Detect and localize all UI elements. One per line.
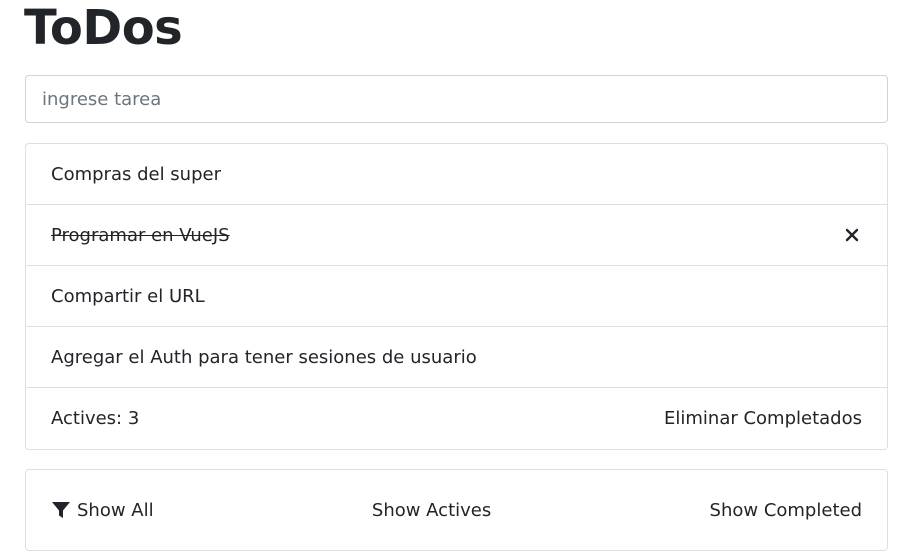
todo-item-text[interactable]: Programar en VueJS <box>51 225 230 246</box>
show-actives-label: Show Actives <box>371 499 492 521</box>
close-icon[interactable] <box>842 225 862 245</box>
actives-count: Actives: 3 <box>51 408 140 429</box>
clear-completed-button[interactable]: Eliminar Completados <box>664 408 862 429</box>
list-footer: Actives: 3 Eliminar Completados <box>26 388 887 449</box>
filter-icon <box>51 500 71 520</box>
todo-item-text[interactable]: Compartir el URL <box>51 286 205 307</box>
filter-bar: Show All Show Actives Show Completed <box>25 469 888 551</box>
todo-item-completed[interactable]: Programar en VueJS <box>26 205 887 266</box>
show-completed-label: Show Completed <box>709 499 862 521</box>
todo-item-text[interactable]: Compras del super <box>51 164 221 185</box>
todo-item[interactable]: Agregar el Auth para tener sesiones de u… <box>26 327 887 388</box>
show-all-label: Show All <box>77 499 154 521</box>
todo-list: Compras del super Programar en VueJS Com… <box>25 143 888 450</box>
todo-item[interactable]: Compras del super <box>26 144 887 205</box>
new-task-input[interactable] <box>25 75 888 123</box>
show-actives-button[interactable]: Show Actives <box>372 500 491 521</box>
show-all-button[interactable]: Show All <box>51 500 154 521</box>
todo-item[interactable]: Compartir el URL <box>26 266 887 327</box>
page-title: ToDos <box>24 0 183 56</box>
todo-item-text[interactable]: Agregar el Auth para tener sesiones de u… <box>51 347 477 368</box>
todo-app: ToDos Compras del super Programar en Vue… <box>0 0 910 560</box>
show-completed-button[interactable]: Show Completed <box>710 500 862 521</box>
